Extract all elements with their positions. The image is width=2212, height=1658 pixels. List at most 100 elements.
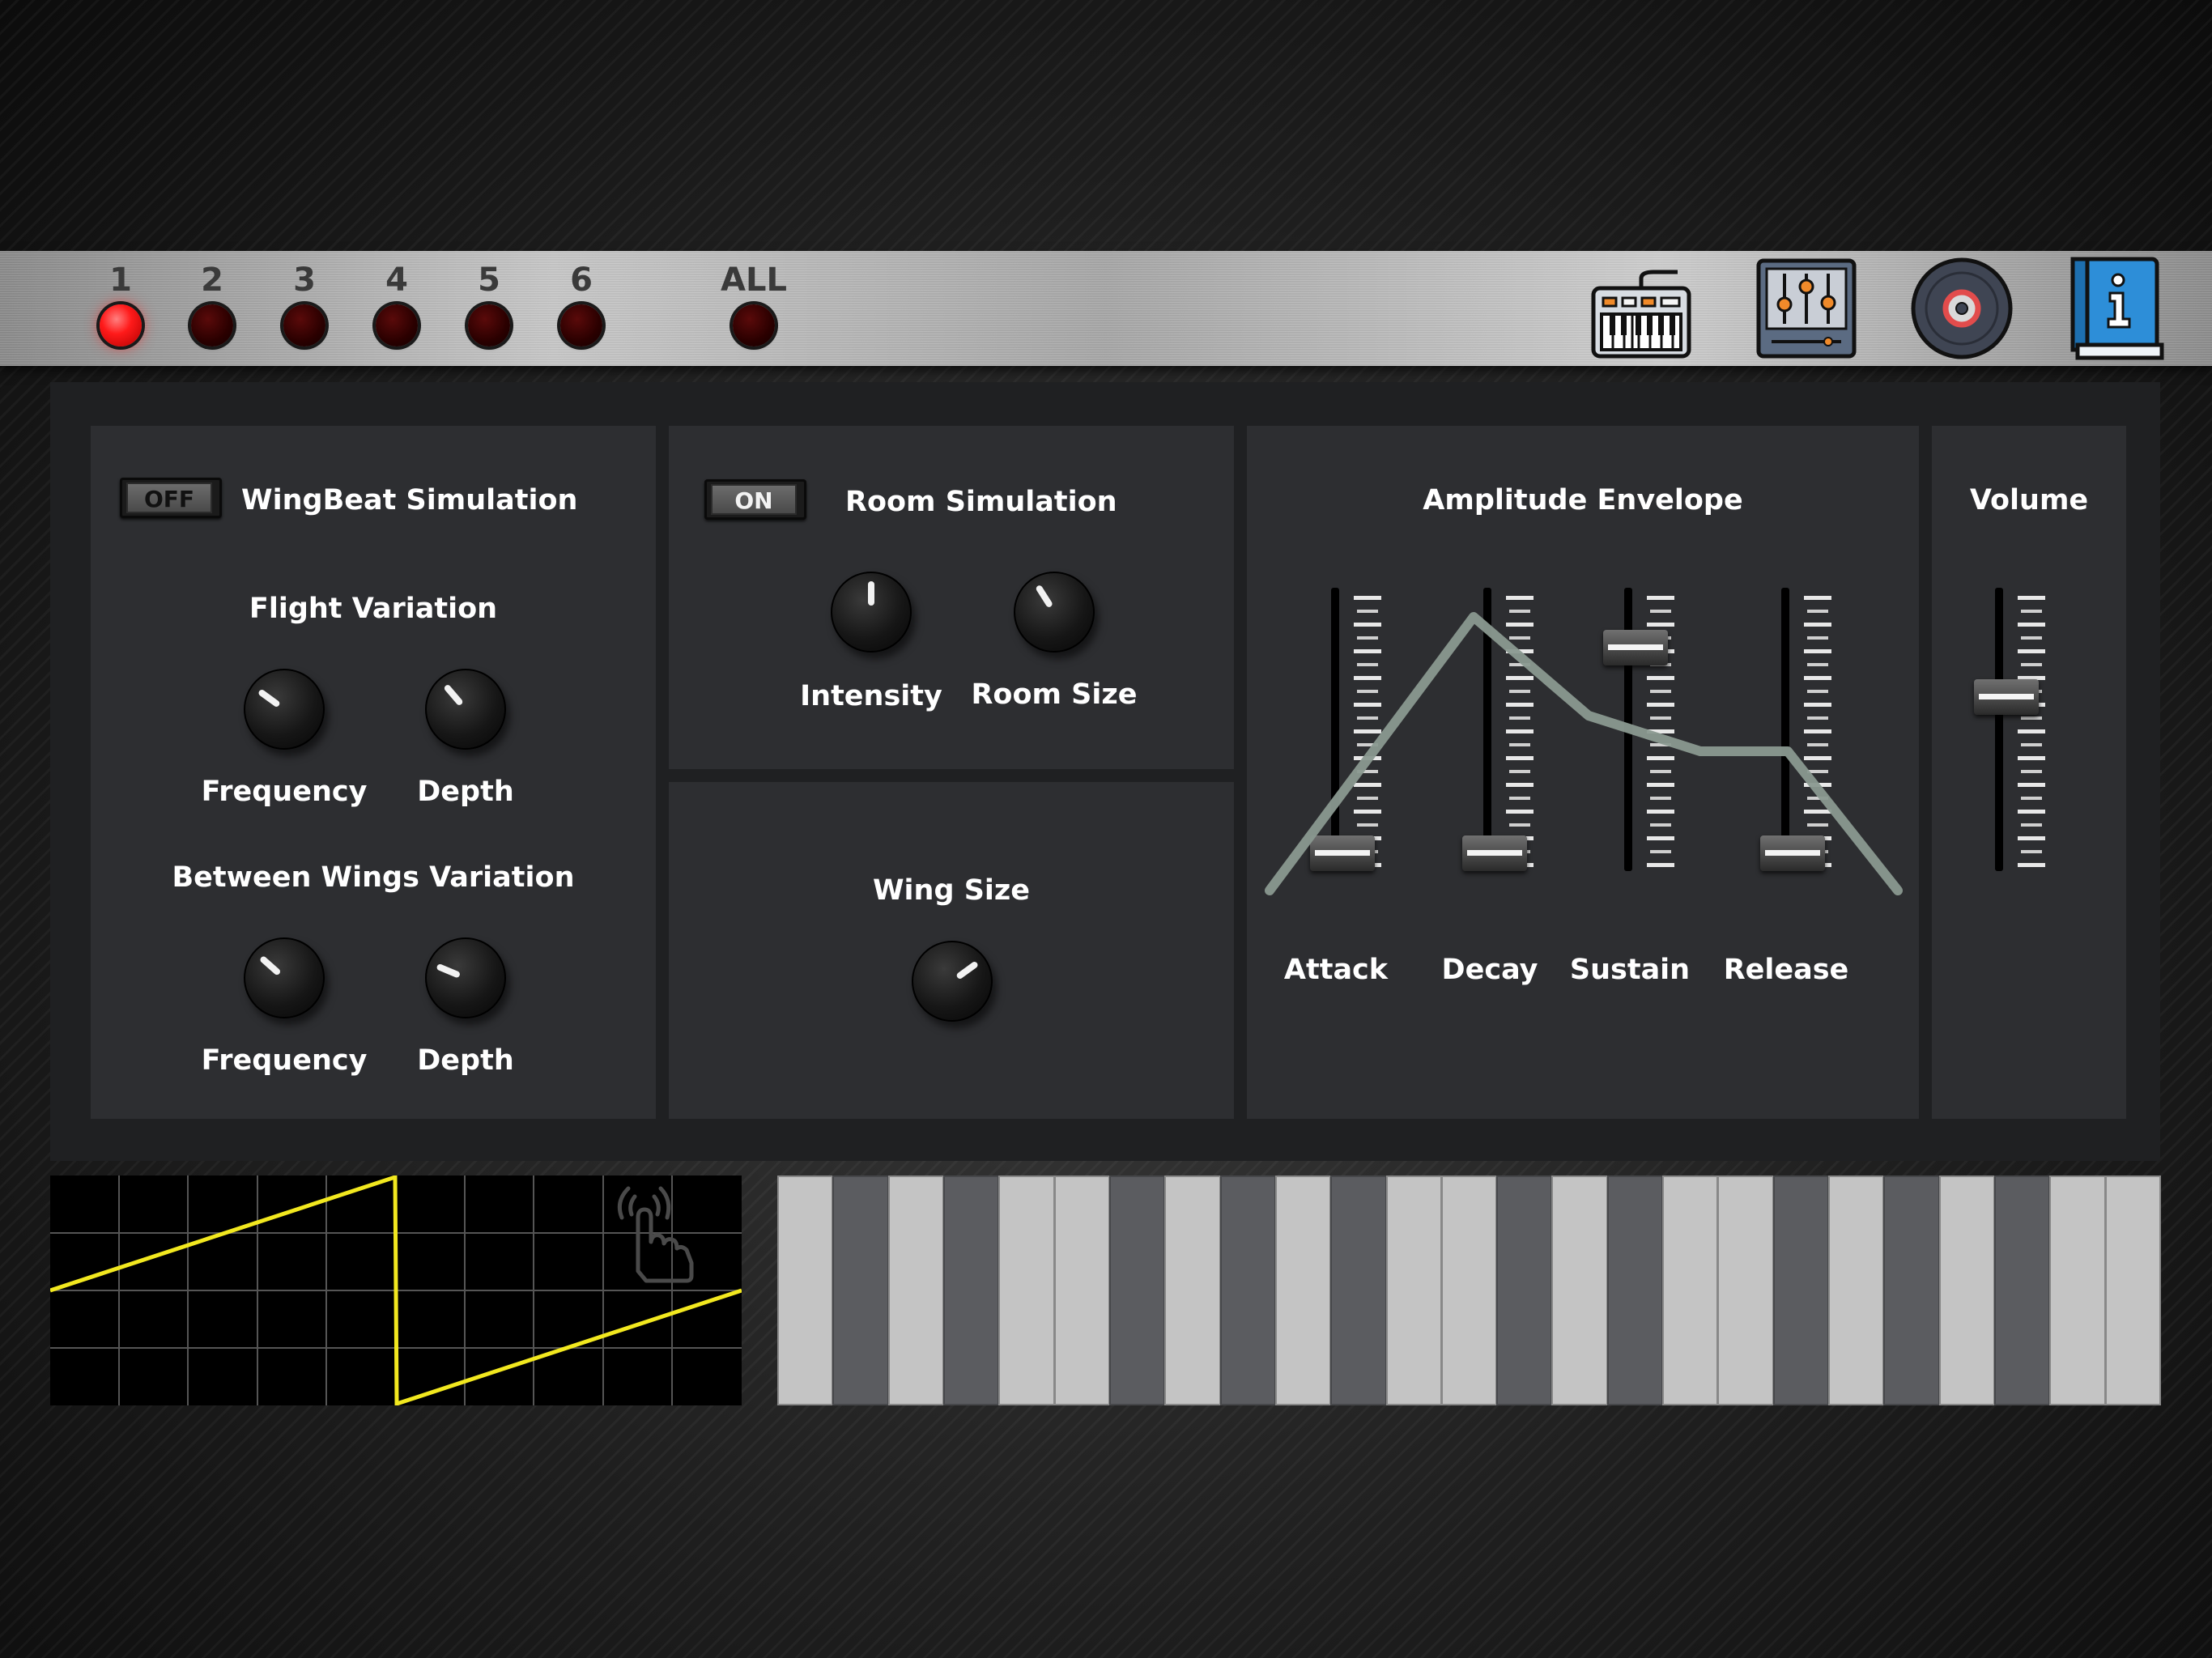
room-toggle-label: ON [711,484,797,515]
channel-1-label: 1 [109,261,132,299]
between-depth-knob[interactable] [425,937,506,1018]
channel-4-label: 4 [385,261,408,299]
flight-frequency-knob[interactable] [244,669,325,750]
slider-tick [2018,756,2045,760]
intensity-label: Intensity [800,680,942,712]
white-key[interactable] [1551,1175,1608,1405]
black-key[interactable] [942,1175,1000,1405]
channel-1[interactable]: 1 [88,261,153,346]
room-size-knob[interactable] [1014,572,1095,653]
mixer-icon[interactable] [1754,256,1859,361]
slider-tick [2021,849,2042,853]
wingbeat-toggle-label: OFF [126,483,212,513]
white-key[interactable] [1385,1175,1442,1405]
room-size-label: Room Size [971,678,1138,711]
black-key[interactable] [1606,1175,1664,1405]
white-key[interactable] [1662,1175,1719,1405]
volume-title: Volume [1969,484,2089,517]
white-key[interactable] [777,1175,834,1405]
keyboard-icon[interactable] [1589,256,1694,361]
channel-6-led[interactable] [560,304,602,346]
white-key[interactable] [1828,1175,1885,1405]
white-key[interactable] [1274,1175,1332,1405]
slider-rail [1995,588,2003,871]
vinyl-record-icon[interactable] [1909,256,2014,361]
white-key[interactable] [2049,1175,2106,1405]
channel-3-led[interactable] [283,304,325,346]
volume-section: Volume [1932,426,2126,1119]
slider-tick [2018,623,2045,627]
white-key[interactable] [887,1175,944,1405]
sustain-label: Sustain [1569,954,1691,986]
between-frequency-knob[interactable] [244,937,325,1018]
main-panel: OFF WingBeat Simulation Flight Variation… [50,382,2160,1161]
oscilloscope-svg [49,1174,742,1407]
channel-4[interactable]: 4 [364,261,429,346]
channel-2-led[interactable] [191,304,233,346]
black-key[interactable] [1772,1175,1830,1405]
slider-tick [2018,649,2045,653]
channel-2[interactable]: 2 [180,261,245,346]
slider-tick [2018,863,2045,867]
slider-tick [2018,810,2045,814]
room-simulation-title: Room Simulation [845,486,1117,518]
slider-tick [2018,596,2045,600]
channel-4-led[interactable] [376,304,418,346]
channel-3[interactable]: 3 [272,261,337,346]
channel-bar: 1 2 3 4 5 6 ALL [0,251,2212,366]
between-depth-label: Depth [417,1044,514,1077]
white-key[interactable] [2104,1175,2161,1405]
wing-size-knob[interactable] [912,941,993,1022]
slider-tick [2021,742,2042,746]
oscilloscope-display[interactable] [49,1174,742,1407]
flight-depth-knob[interactable] [425,669,506,750]
black-key[interactable] [1219,1175,1276,1405]
channel-all[interactable]: ALL [705,261,802,346]
wing-size-section: Wing Size [669,782,1234,1119]
room-simulation-section: ON Room Simulation Intensity Room Size [669,426,1234,769]
attack-label: Attack [1283,954,1389,986]
channel-1-led[interactable] [100,304,142,346]
slider-tick [2021,796,2042,800]
slider-tick [2021,662,2042,666]
channel-3-label: 3 [293,261,316,299]
volume-slider[interactable] [1974,588,2047,871]
wingbeat-title: WingBeat Simulation [241,484,578,517]
wingbeat-toggle[interactable]: OFF [120,478,222,518]
channel-6[interactable]: 6 [549,261,614,346]
flight-frequency-label: Frequency [201,776,368,808]
black-key[interactable] [1496,1175,1553,1405]
intensity-knob[interactable] [831,572,912,653]
channel-5-led[interactable] [468,304,510,346]
white-key[interactable] [1440,1175,1498,1405]
slider-thumb[interactable] [1974,679,2039,716]
slider-tick [2021,823,2042,827]
white-key[interactable] [1164,1175,1221,1405]
channel-5-label: 5 [478,261,500,299]
black-key[interactable] [1108,1175,1166,1405]
release-label: Release [1723,954,1849,986]
slider-tick [2021,636,2042,640]
piano-keyboard [777,1175,2161,1405]
black-key[interactable] [1994,1175,2051,1405]
room-toggle[interactable]: ON [704,479,806,520]
white-key[interactable] [1053,1175,1110,1405]
slider-tick [2021,769,2042,773]
flight-depth-label: Depth [417,776,514,808]
white-key[interactable] [1938,1175,1996,1405]
touch-hand-icon [617,1186,694,1283]
channel-all-led[interactable] [733,304,775,346]
black-key[interactable] [832,1175,889,1405]
channel-2-label: 2 [201,261,223,299]
black-key[interactable] [1330,1175,1387,1405]
white-key[interactable] [998,1175,1055,1405]
wingbeat-section: OFF WingBeat Simulation Flight Variation… [91,426,656,1119]
flight-variation-title: Flight Variation [249,593,498,625]
between-frequency-label: Frequency [201,1044,368,1077]
slider-tick [2021,609,2042,613]
white-key[interactable] [1717,1175,1774,1405]
slider-tick [2018,729,2045,733]
black-key[interactable] [1883,1175,1940,1405]
channel-5[interactable]: 5 [457,261,521,346]
info-book-icon[interactable] [2061,256,2167,361]
